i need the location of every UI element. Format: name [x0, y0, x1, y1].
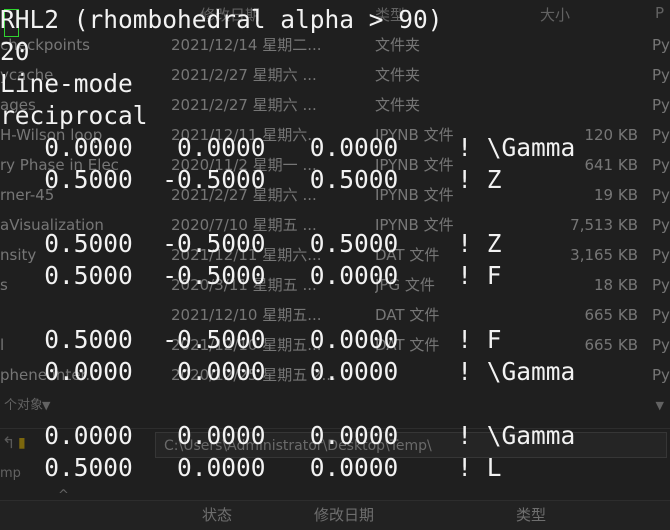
console-line: RHL2 (rhombohedral alpha > 90) [0, 5, 443, 34]
console-line: 0.5000 -0.5000 0.0000 ! F [0, 261, 502, 290]
console-line: 0.5000 -0.5000 0.0000 ! F [0, 325, 502, 354]
console-line: 0.5000 0.0000 0.0000 ! L [0, 453, 502, 482]
console-line: reciprocal [0, 101, 148, 130]
console-overlay[interactable]: RHL2 (rhombohedral alpha > 90) 20 Line-mod… [0, 0, 670, 529]
console-line: 0.5000 -0.5000 0.5000 ! Z [0, 165, 502, 194]
console-line: 0.0000 0.0000 0.0000 ! \Gamma [0, 133, 576, 162]
console-line: 0.0000 0.0000 0.0000 ! \Gamma [0, 421, 576, 450]
console-line: Line-mode [0, 69, 133, 98]
console-line: 0.0000 0.0000 0.0000 ! \Gamma [0, 357, 576, 386]
console-line: 0.5000 -0.5000 0.5000 ! Z [0, 229, 502, 258]
console-line: 20 [0, 37, 30, 66]
